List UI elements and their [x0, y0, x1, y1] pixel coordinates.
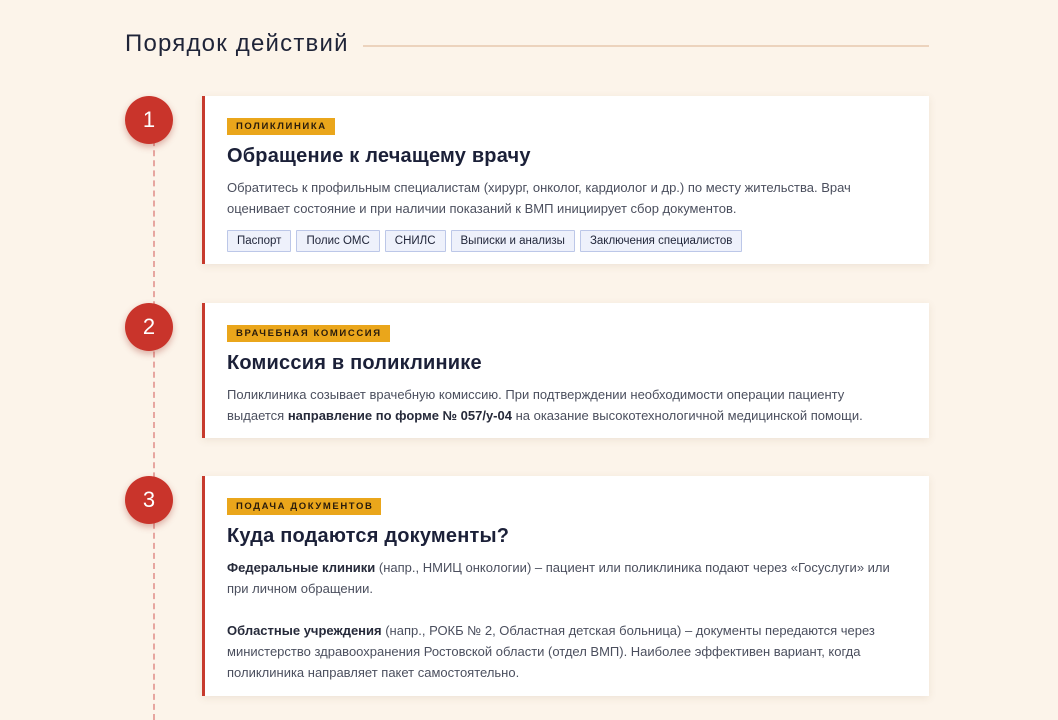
step-tag: ПОЛИКЛИНИКА — [227, 118, 335, 135]
regional-institutions-paragraph: Областные учреждения (напр., РОКБ № 2, О… — [227, 620, 905, 683]
timeline-line — [153, 120, 155, 720]
document-chip: Полис ОМС — [296, 230, 380, 252]
header-divider — [362, 44, 929, 47]
step-title: Куда подаются документы? — [227, 525, 510, 547]
document-chip: Заключения специалистов — [579, 230, 743, 252]
document-chip: Выписки и анализы — [450, 230, 575, 252]
step-card-1: ПОЛИКЛИНИКА Обращение к лечащему врачу О… — [202, 96, 929, 264]
step-description: Обратитесь к профильным специалистам (хи… — [227, 180, 851, 216]
referral-form-highlight: направление по форме № 057/у-04 — [287, 408, 512, 423]
document-chip: Паспорт — [227, 230, 292, 252]
step-tag: ВРАЧЕБНАЯ КОМИССИЯ — [227, 325, 390, 342]
paragraph-lead: Федеральные клиники — [227, 560, 376, 575]
step-description: Поликлиника созывает врачебную комиссию.… — [227, 384, 905, 426]
document-chips: Паспорт Полис ОМС СНИЛС Выписки и анализ… — [227, 230, 905, 252]
step-number-2: 2 — [125, 303, 173, 351]
step-number-3: 3 — [125, 476, 173, 524]
federal-clinics-paragraph: Федеральные клиники (напр., НМИЦ онколог… — [227, 557, 905, 599]
step-number-1: 1 — [125, 96, 173, 144]
section-title: Порядок действий — [125, 30, 349, 57]
section-header: Порядок действий — [125, 30, 929, 58]
paragraph-lead: Областные учреждения — [227, 623, 382, 638]
step-title: Комиссия в поликлинике — [227, 352, 482, 374]
step-card-2: ВРАЧЕБНАЯ КОМИССИЯ Комиссия в поликлиник… — [202, 303, 929, 438]
document-chip: СНИЛС — [384, 230, 446, 252]
step-title: Обращение к лечащему врачу — [227, 145, 531, 167]
step-card-3: ПОДАЧА ДОКУМЕНТОВ Куда подаются документ… — [202, 476, 929, 696]
step-text-part: на оказание высокотехнологичной медицинс… — [511, 408, 863, 423]
step-tag: ПОДАЧА ДОКУМЕНТОВ — [227, 498, 382, 515]
